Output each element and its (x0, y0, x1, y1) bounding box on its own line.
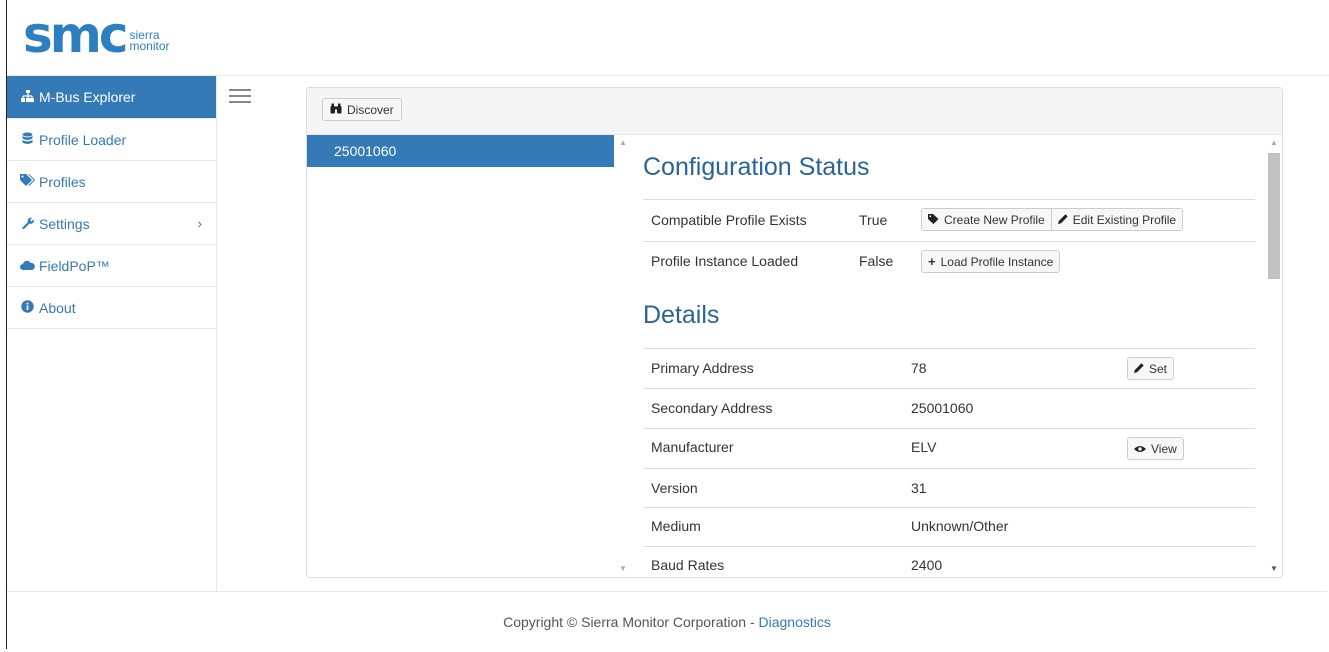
details-row-medium: Medium Unknown/Other (643, 507, 1255, 546)
header: smc sierra monitor (7, 0, 1329, 76)
device-list: 25001060 (307, 135, 614, 577)
create-new-profile-button[interactable]: Create New Profile (921, 208, 1052, 231)
sidebar-item-profile-loader[interactable]: Profile Loader (7, 119, 216, 161)
explorer-panel: Discover 25001060 ▲ ▼ Configuration Stat… (306, 87, 1283, 578)
sidebar-item-fieldpop[interactable]: FieldPoP™ (7, 245, 216, 287)
details-row-primary-address: Primary Address 78 Set (643, 348, 1255, 388)
row-value: 2400 (911, 557, 943, 573)
configuration-status-title: Configuration Status (643, 153, 870, 181)
create-new-profile-label: Create New Profile (944, 212, 1045, 227)
sidebar-item-label: Settings (39, 215, 90, 232)
edit-existing-profile-label: Edit Existing Profile (1072, 212, 1177, 227)
profile-action-group: Create New Profile Edit Existing Profile (921, 208, 1184, 231)
sidebar-item-label: Profile Loader (39, 131, 127, 148)
logo-subtitle: sierra monitor (129, 29, 170, 53)
details-row-baud-rates: Baud Rates 2400 (643, 546, 1255, 577)
row-label: Version (651, 480, 698, 496)
diagnostics-link[interactable]: Diagnostics (759, 614, 831, 630)
row-value: False (859, 253, 894, 269)
pencil-icon (1134, 362, 1144, 376)
config-row-profile-instance: Profile Instance Loaded False + Load Pro… (643, 241, 1255, 281)
copyright-text: Copyright © Sierra Monitor Corporation - (503, 614, 759, 630)
sidebar-item-m-bus-explorer[interactable]: M-Bus Explorer (7, 76, 216, 119)
panel-toolbar: Discover (307, 88, 1282, 135)
wrench-icon (19, 216, 35, 232)
smc-logo: smc sierra monitor (23, 6, 170, 64)
plus-icon: + (928, 253, 936, 269)
sidebar-item-settings[interactable]: Settings › (7, 203, 216, 245)
menu-toggle-icon[interactable] (229, 89, 251, 103)
sitemap-icon (19, 89, 35, 105)
scroll-down-icon[interactable]: ▼ (1266, 563, 1282, 575)
view-label: View (1151, 441, 1177, 456)
info-circle-icon (19, 299, 35, 316)
row-value: True (859, 212, 888, 228)
device-list-item[interactable]: 25001060 (307, 135, 614, 167)
load-profile-instance-button[interactable]: + Load Profile Instance (921, 250, 1061, 273)
row-value: 78 (911, 360, 927, 376)
details-row-secondary-address: Secondary Address 25001060 (643, 388, 1255, 428)
view-manufacturer-button[interactable]: View (1127, 437, 1184, 460)
row-label: Manufacturer (651, 439, 734, 455)
row-label: Profile Instance Loaded (651, 253, 799, 269)
scroll-up-icon[interactable]: ▲ (1266, 137, 1282, 149)
details-row-manufacturer: Manufacturer ELV View (643, 428, 1255, 468)
logo-sub-line2: monitor (129, 39, 170, 53)
set-address-button[interactable]: Set (1127, 357, 1175, 380)
row-label: Primary Address (651, 360, 754, 376)
sidebar-item-label: About (39, 299, 76, 316)
details-scrollbar[interactable]: ▲ ▼ (1266, 135, 1282, 577)
device-list-scrollbar[interactable]: ▲ ▼ (616, 135, 630, 577)
tag-icon (928, 213, 939, 227)
eye-icon (1134, 442, 1146, 456)
config-row-compatible-profile: Compatible Profile Exists True Create Ne… (643, 199, 1255, 241)
row-value: Unknown/Other (911, 518, 1009, 534)
database-icon (19, 132, 35, 148)
details-title: Details (643, 301, 720, 329)
footer: Copyright © Sierra Monitor Corporation -… (7, 591, 1327, 650)
logo-mark: smc (23, 6, 128, 64)
sidebar-item-label: M-Bus Explorer (39, 89, 136, 105)
tags-icon (19, 174, 35, 189)
row-value: ELV (911, 439, 937, 455)
sidebar-item-label: Profiles (39, 173, 86, 190)
row-label: Compatible Profile Exists (651, 212, 807, 228)
edit-existing-profile-button[interactable]: Edit Existing Profile (1051, 208, 1184, 231)
row-label: Medium (651, 518, 701, 534)
row-label: Secondary Address (651, 400, 773, 416)
chevron-right-icon: › (197, 216, 202, 231)
row-value: 25001060 (911, 400, 974, 416)
sidebar-item-about[interactable]: About (7, 287, 216, 329)
sidebar-item-label: FieldPoP™ (39, 257, 110, 274)
row-value: 31 (911, 480, 927, 496)
sidebar: M-Bus Explorer Profile Loader Profiles S… (7, 76, 217, 591)
discover-label: Discover (347, 102, 394, 117)
device-details: Configuration Status Compatible Profile … (643, 135, 1255, 577)
set-label: Set (1149, 361, 1168, 376)
binoculars-icon (330, 103, 342, 117)
load-profile-instance-label: Load Profile Instance (940, 254, 1054, 269)
discover-button[interactable]: Discover (322, 98, 402, 121)
scroll-down-icon[interactable]: ▼ (616, 563, 630, 575)
scroll-up-icon[interactable]: ▲ (616, 137, 630, 149)
pencil-icon (1057, 213, 1068, 227)
cloud-icon (19, 258, 35, 273)
sidebar-item-profiles[interactable]: Profiles (7, 161, 216, 203)
details-row-version: Version 31 (643, 468, 1255, 507)
scrollbar-thumb[interactable] (1268, 153, 1280, 279)
row-label: Baud Rates (651, 557, 725, 573)
